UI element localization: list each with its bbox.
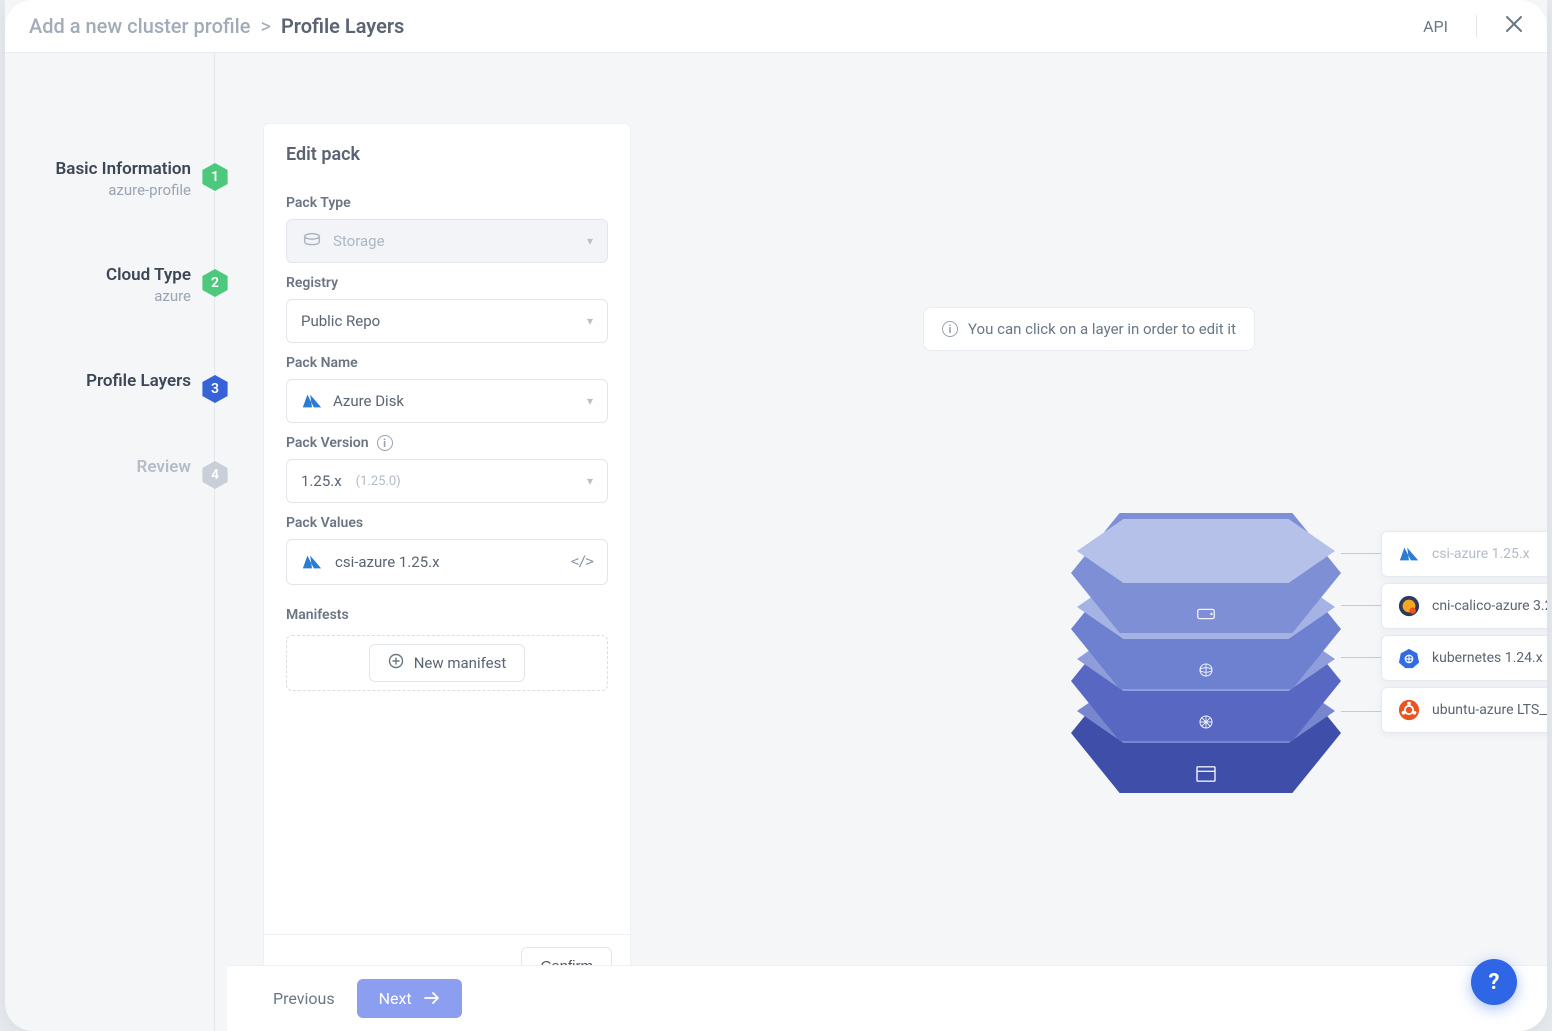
- breadcrumb-leaf: Profile Layers: [281, 14, 404, 38]
- disk-icon: [1195, 605, 1217, 623]
- step-badge: 4: [201, 461, 229, 489]
- window-icon: [1195, 765, 1217, 783]
- layer-card-kubernetes[interactable]: kubernetes 1.24.x Kubernetes: [1381, 635, 1547, 681]
- plus-circle-icon: [388, 653, 404, 673]
- step-badge: 3: [201, 375, 229, 403]
- label-pack-type: Pack Type: [286, 195, 608, 211]
- step-title: Review: [137, 457, 191, 477]
- panel-title: Edit pack: [264, 124, 630, 179]
- edit-pack-panel: Edit pack Pack Type Storage ▾ Registry P…: [263, 123, 631, 999]
- layer-name: ubuntu-azure LTS__20.4.x: [1432, 702, 1547, 718]
- layer-name: kubernetes 1.24.x: [1432, 650, 1543, 666]
- layer-visualization: i You can click on a layer in order to e…: [631, 53, 1547, 1031]
- step-title: Basic Information: [56, 159, 191, 179]
- select-pack-type[interactable]: Storage ▾: [286, 219, 608, 263]
- select-value: Storage: [333, 232, 385, 250]
- step-badge: 1: [201, 163, 229, 191]
- label-registry: Registry: [286, 275, 608, 291]
- azure-icon: [301, 390, 323, 412]
- azure-icon: [1398, 543, 1420, 565]
- select-value: Azure Disk: [333, 392, 404, 410]
- select-pack-version[interactable]: 1.25.x (1.25.0) ▾: [286, 459, 608, 503]
- select-pack-name[interactable]: Azure Disk ▾: [286, 379, 608, 423]
- label-manifests: Manifests: [286, 607, 608, 623]
- step-subtitle: azure: [106, 287, 191, 305]
- stack-layer-storage[interactable]: [1071, 513, 1341, 633]
- chevron-down-icon: ▾: [587, 394, 593, 408]
- ubuntu-icon: [1398, 699, 1420, 721]
- wizard-footer: Previous Next: [227, 965, 1547, 1031]
- chevron-down-icon: ▾: [587, 474, 593, 488]
- help-button[interactable]: ?: [1471, 959, 1517, 1005]
- step-review[interactable]: Review 4: [5, 457, 227, 477]
- header-divider: [1476, 15, 1477, 37]
- hint-chip: i You can click on a layer in order to e…: [923, 307, 1255, 351]
- storage-icon: [301, 230, 323, 252]
- layer-card-network[interactable]: cni-calico-azure 3.24.x Network: [1381, 583, 1547, 629]
- question-icon: ?: [1489, 970, 1500, 995]
- chevron-down-icon: ▾: [587, 234, 593, 248]
- kubernetes-icon: [1398, 647, 1420, 669]
- stepper-line: [214, 53, 215, 1031]
- next-button[interactable]: Next: [357, 979, 462, 1018]
- breadcrumb-root[interactable]: Add a new cluster profile: [29, 14, 250, 38]
- new-manifest-button[interactable]: New manifest: [369, 644, 526, 682]
- step-cloud-type[interactable]: Cloud Type azure 2: [5, 265, 227, 305]
- wizard-stepper: Basic Information azure-profile 1 Cloud …: [5, 53, 227, 1031]
- step-title: Profile Layers: [86, 371, 191, 391]
- layer-card-storage[interactable]: csi-azure 1.25.x Storage: [1381, 531, 1547, 577]
- version-hint: (1.25.0): [356, 474, 401, 489]
- label-pack-name: Pack Name: [286, 355, 608, 371]
- calico-icon: [1398, 595, 1420, 617]
- info-icon: i: [942, 321, 958, 337]
- select-value: Public Repo: [301, 312, 380, 330]
- step-profile-layers[interactable]: Profile Layers 3: [5, 371, 227, 391]
- step-subtitle: azure-profile: [56, 181, 191, 199]
- pack-values-row[interactable]: csi-azure 1.25.x </>: [286, 539, 608, 585]
- breadcrumb: Add a new cluster profile > Profile Laye…: [29, 14, 404, 38]
- arrow-right-icon: [424, 989, 440, 1008]
- helm-icon: [1195, 713, 1217, 731]
- chevron-down-icon: ▾: [587, 314, 593, 328]
- label-pack-values: Pack Values: [286, 515, 608, 531]
- step-basic-information[interactable]: Basic Information azure-profile 1: [5, 159, 227, 199]
- layer-name: cni-calico-azure 3.24.x: [1432, 598, 1547, 614]
- manifests-area: New manifest: [286, 635, 608, 691]
- azure-icon: [301, 551, 323, 573]
- close-icon[interactable]: [1505, 15, 1523, 38]
- layer-name: csi-azure 1.25.x: [1432, 546, 1530, 562]
- breadcrumb-sep: >: [260, 14, 270, 38]
- api-link[interactable]: API: [1423, 17, 1448, 36]
- globe-icon: [1195, 661, 1217, 679]
- step-badge: 2: [201, 269, 229, 297]
- layer-card-os[interactable]: ubuntu-azure LTS__20.4.x OS: [1381, 687, 1547, 733]
- select-value: 1.25.x: [301, 472, 342, 490]
- pack-value-name: csi-azure 1.25.x: [335, 553, 440, 571]
- step-title: Cloud Type: [106, 265, 191, 285]
- code-icon[interactable]: </>: [571, 554, 593, 570]
- modal-header: Add a new cluster profile > Profile Laye…: [5, 0, 1547, 53]
- label-pack-version: Pack Version i: [286, 435, 608, 451]
- select-registry[interactable]: Public Repo ▾: [286, 299, 608, 343]
- previous-button[interactable]: Previous: [273, 989, 335, 1008]
- info-icon[interactable]: i: [377, 435, 393, 451]
